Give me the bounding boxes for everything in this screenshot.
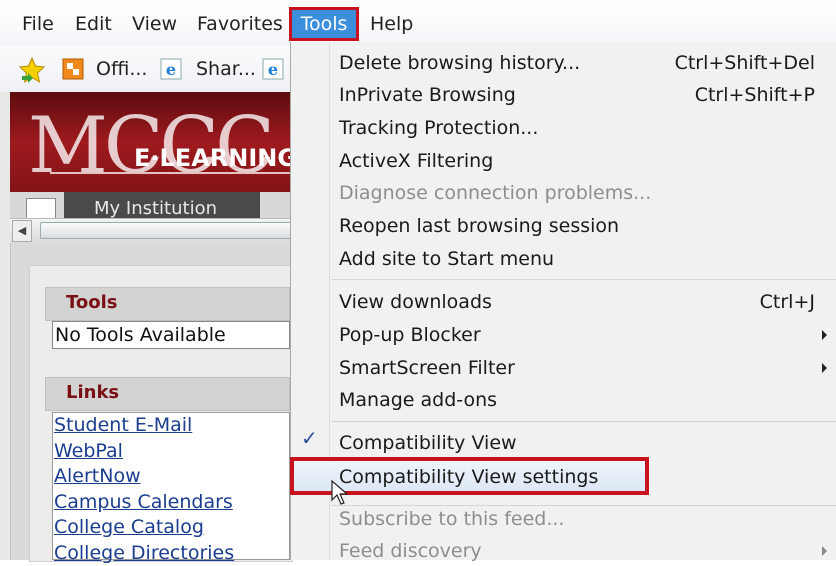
- svg-text:e: e: [268, 60, 278, 79]
- menu-separator: [331, 421, 836, 422]
- office-icon: [62, 58, 84, 80]
- menu-item-reopen-session[interactable]: Reopen last browsing session: [339, 211, 619, 241]
- menu-edit[interactable]: Edit: [75, 11, 112, 37]
- menu-item-popup-blocker[interactable]: Pop-up Blocker: [339, 320, 481, 350]
- checkmark-icon: ✓: [301, 426, 318, 450]
- links-list: Student E-Mail WebPal AlertNow Campus Ca…: [52, 412, 290, 560]
- favorite-label-office: Offi...: [96, 56, 147, 82]
- menu-favorites[interactable]: Favorites: [197, 11, 283, 37]
- scrollbar-thumb[interactable]: [40, 222, 292, 239]
- menu-item-activex-filtering[interactable]: ActiveX Filtering: [339, 146, 493, 176]
- submenu-arrow-icon: [822, 546, 827, 556]
- menu-bar: File Edit View Favorites Tools Help: [0, 0, 836, 46]
- banner-subtitle: E·LEARNING: [134, 144, 290, 172]
- compatibility-view-settings-label: Compatibility View settings: [339, 462, 598, 492]
- tab-my-institution[interactable]: My Institution: [64, 192, 260, 218]
- svg-text:e: e: [166, 60, 176, 79]
- submenu-arrow-icon: [822, 330, 827, 340]
- menu-item-subscribe-feed: Subscribe to this feed...: [339, 504, 564, 534]
- menu-item-inprivate[interactable]: InPrivate Browsing: [339, 80, 516, 110]
- shortcut-view-downloads: Ctrl+J: [760, 287, 815, 317]
- tools-panel-header: Tools: [45, 287, 290, 321]
- menu-file[interactable]: File: [22, 11, 54, 37]
- links-header: Links: [66, 382, 119, 403]
- tools-header: Tools: [66, 292, 118, 313]
- menu-item-delete-history[interactable]: Delete browsing history...: [339, 48, 580, 78]
- page-icon: [26, 198, 56, 220]
- shortcut-inprivate: Ctrl+Shift+P: [695, 80, 815, 110]
- menu-separator: [331, 279, 836, 280]
- menu-item-add-to-start[interactable]: Add site to Start menu: [339, 244, 554, 274]
- link-college-directories[interactable]: College Directories: [53, 541, 289, 566]
- scroll-left-icon[interactable]: ◀: [12, 220, 32, 242]
- tools-value: No Tools Available: [52, 321, 290, 349]
- favorite-label-share: Shar...: [196, 56, 256, 82]
- menu-view[interactable]: View: [132, 11, 177, 37]
- menu-item-compatibility-view[interactable]: Compatibility View: [339, 428, 517, 458]
- submenu-arrow-icon: [822, 363, 827, 373]
- link-student-email[interactable]: Student E-Mail: [53, 413, 289, 439]
- menu-tools[interactable]: Tools: [290, 8, 358, 40]
- menu-item-smartscreen[interactable]: SmartScreen Filter: [339, 353, 515, 383]
- site-banner: MCCC E·LEARNING: [10, 92, 290, 204]
- ie-page-icon[interactable]: e: [262, 56, 288, 82]
- links-panel-header: Links: [45, 377, 290, 411]
- menu-item-diagnose: Diagnose connection problems...: [339, 178, 651, 208]
- link-campus-calendars[interactable]: Campus Calendars: [53, 490, 289, 516]
- menu-item-view-downloads[interactable]: View downloads: [339, 287, 492, 317]
- shortcut-delete-history: Ctrl+Shift+Del: [675, 48, 815, 78]
- menu-help[interactable]: Help: [370, 11, 413, 37]
- favorites-star-icon[interactable]: [18, 56, 46, 82]
- menu-item-manage-addons[interactable]: Manage add-ons: [339, 385, 497, 415]
- tab-strip: My Institution: [10, 192, 290, 218]
- favorites-bar: Offi... e Shar... e: [0, 46, 290, 93]
- banner-divider: [50, 172, 290, 174]
- menu-item-tracking-protection[interactable]: Tracking Protection...: [339, 113, 538, 143]
- horizontal-scrollbar[interactable]: ◀: [10, 218, 290, 244]
- link-webpal[interactable]: WebPal: [53, 439, 289, 465]
- menu-item-feed-discovery: Feed discovery: [339, 536, 482, 566]
- mouse-cursor-icon: [331, 480, 349, 506]
- link-college-catalog[interactable]: College Catalog: [53, 515, 289, 541]
- link-alertnow[interactable]: AlertNow: [53, 464, 289, 490]
- tools-dropdown-menu: Delete browsing history... Ctrl+Shift+De…: [290, 42, 836, 560]
- ie-page-icon: e: [160, 58, 182, 80]
